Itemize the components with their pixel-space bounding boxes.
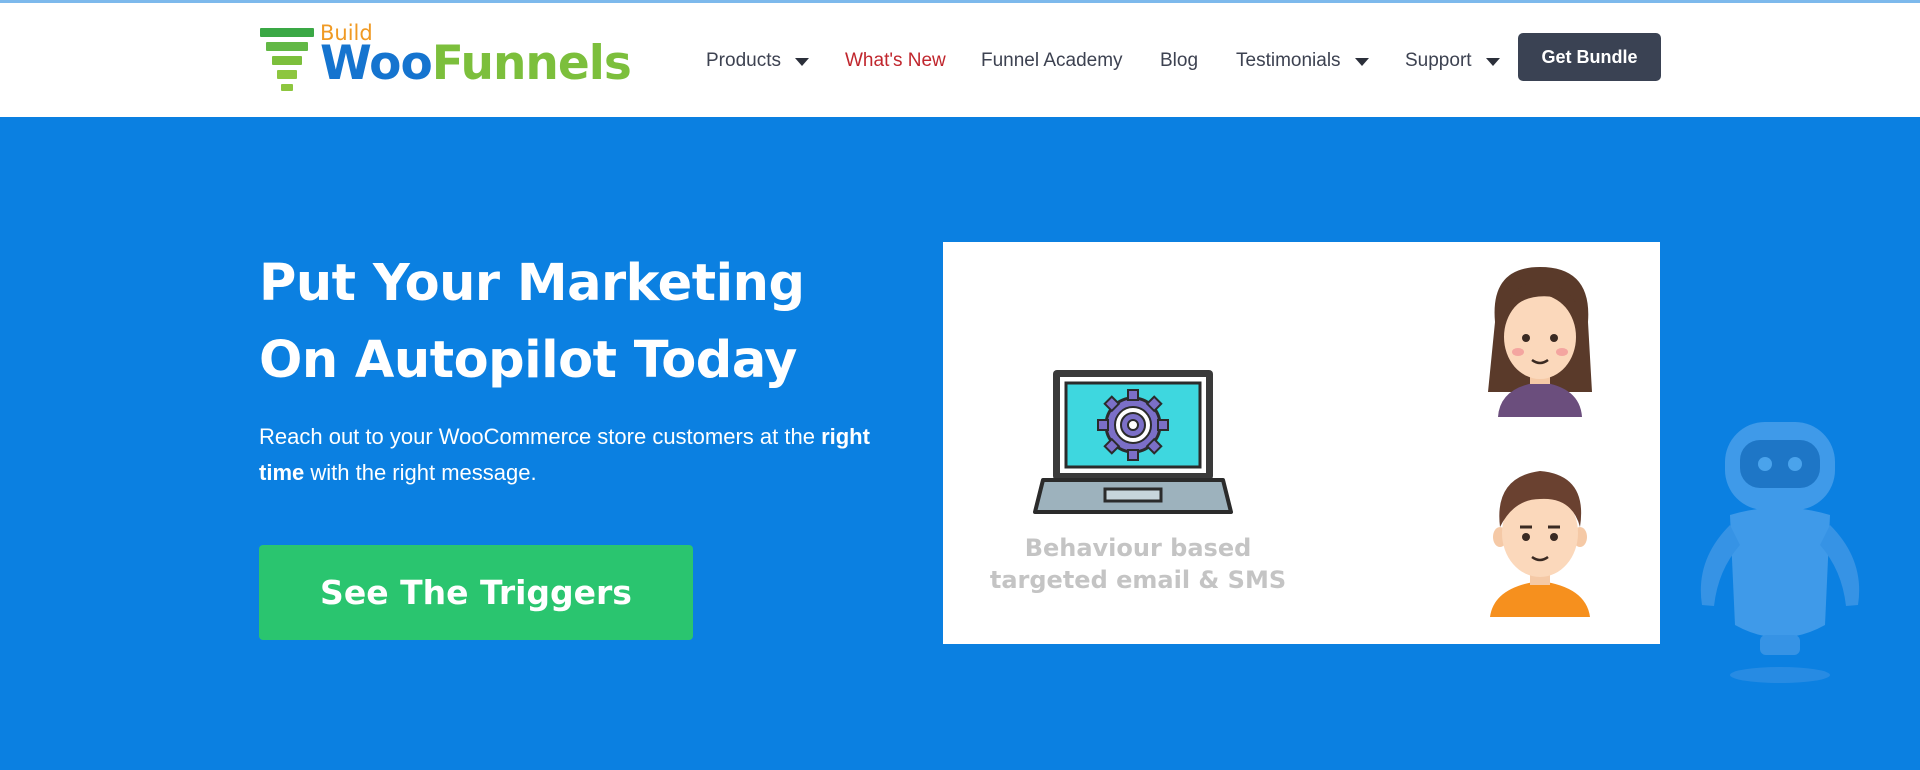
logo-woo-text: Woo — [320, 36, 433, 91]
nav-item-products[interactable]: Products — [706, 50, 809, 72]
chevron-down-icon — [1485, 58, 1500, 66]
logo-funnels-text: Funnels — [431, 36, 632, 91]
nav-item-funnel-academy[interactable]: Funnel Academy — [981, 50, 1123, 72]
site-logo[interactable]: Build WooFunnels — [260, 20, 632, 92]
chevron-down-icon — [794, 58, 809, 66]
nav-item-label: Funnel Academy — [981, 50, 1123, 71]
nav-item-label: Testimonials — [1236, 50, 1341, 71]
logo-wordmark: WooFunnels — [320, 36, 632, 91]
caption-line-1: Behaviour based — [1024, 534, 1252, 562]
nav-item-label: Products — [706, 50, 781, 71]
hero-title: Put Your Marketing On Autopilot Today — [259, 254, 805, 390]
hero-subtitle: Reach out to your WooCommerce store cust… — [259, 419, 919, 491]
laptop-gear-icon — [1033, 370, 1233, 514]
get-bundle-button[interactable]: Get Bundle — [1518, 33, 1661, 81]
nav-item-label: Blog — [1160, 50, 1199, 71]
funnel-logo-icon — [260, 28, 314, 91]
woman-avatar-icon — [1488, 267, 1592, 417]
nav-item-label: What's New — [845, 50, 946, 71]
nav-item-testimonials[interactable]: Testimonials — [1236, 50, 1369, 72]
nav-item-blog[interactable]: Blog — [1160, 50, 1198, 72]
site-header: Build WooFunnels Products What's New Fun… — [0, 3, 1920, 117]
hero-subtitle-start: Reach out to your WooCommerce store cust… — [259, 424, 822, 449]
nav-item-whats-new[interactable]: What's New — [845, 50, 946, 72]
see-triggers-button[interactable]: See The Triggers — [259, 545, 693, 640]
robot-icon — [1700, 422, 1860, 683]
man-avatar-icon — [1490, 471, 1590, 617]
caption-line-2: targeted email & SMS — [989, 566, 1287, 594]
illustration-caption: Behaviour based targeted email & SMS — [983, 532, 1293, 596]
nav-item-support[interactable]: Support — [1405, 50, 1500, 72]
chevron-down-icon — [1354, 58, 1369, 66]
hero-illustration: Behaviour based targeted email & SMS — [943, 242, 1660, 644]
nav-item-label: Support — [1405, 50, 1472, 71]
hero-subtitle-end: with the right message. — [304, 460, 537, 485]
